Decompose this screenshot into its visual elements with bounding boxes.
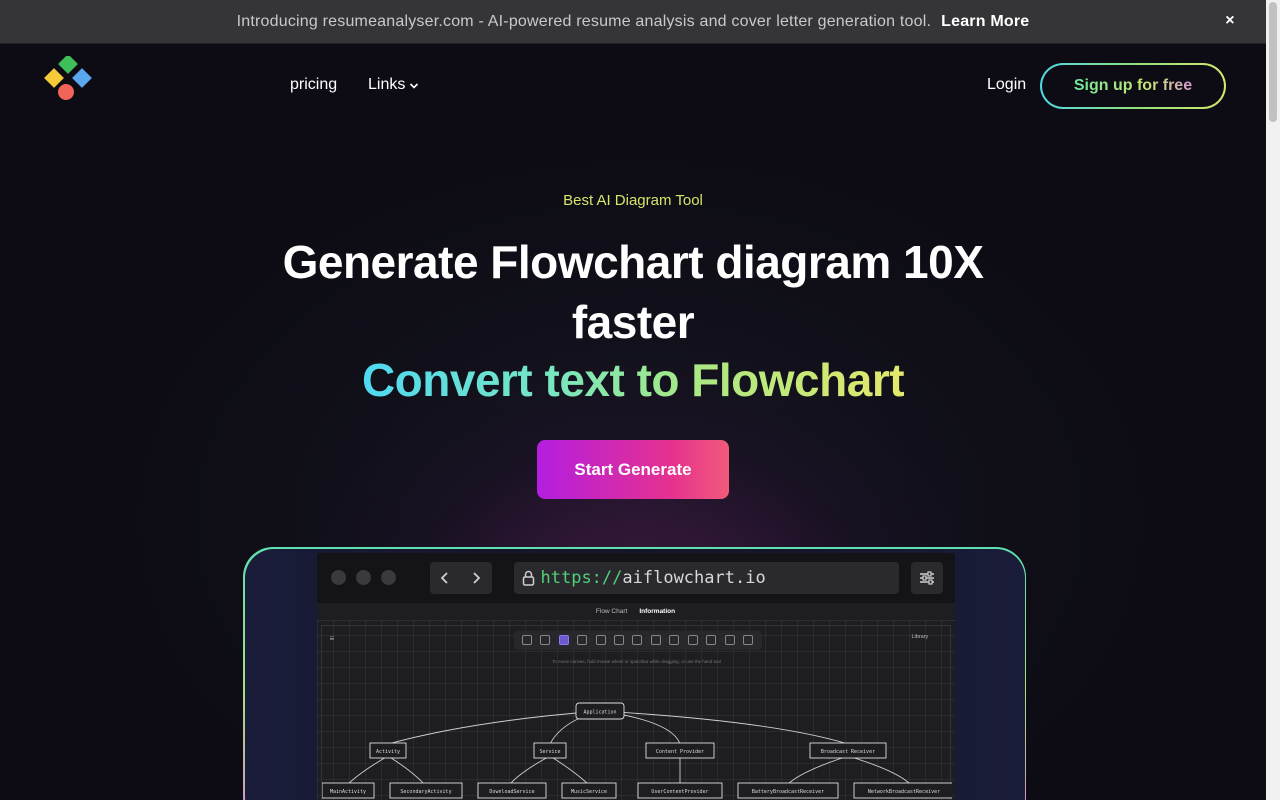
nav-pricing[interactable]: pricing (290, 76, 337, 94)
browser-mockup: https://aiflowchart.io Flow Chart Inform… (316, 552, 955, 800)
settings-sliders-icon[interactable] (910, 561, 943, 594)
window-dot (380, 569, 396, 585)
node-level2-label: DownloadService (489, 789, 534, 795)
hero-title: Generate Flowchart diagram 10X faster (0, 232, 1266, 352)
back-icon[interactable] (430, 562, 461, 594)
announcement-message: Introducing resumeanalyser.com - AI-powe… (236, 12, 932, 30)
tab-flow-chart[interactable]: Flow Chart (596, 608, 627, 615)
signup-label: Sign up for free (1073, 77, 1193, 94)
signup-button[interactable]: Sign up for free (1040, 63, 1226, 109)
nav-links-dropdown[interactable]: Links (368, 76, 419, 94)
forward-icon[interactable] (461, 562, 492, 594)
node-level1-label: Activity (375, 749, 399, 755)
app-canvas: Flow Chart Information ≡ Library To move… (316, 602, 955, 800)
node-level2-label: BatteryBroadcastReceiver (751, 789, 823, 795)
page-scrollbar[interactable] (1266, 0, 1280, 800)
node-level2-label: MainActivity (329, 789, 365, 795)
logo-icon[interactable] (42, 56, 94, 102)
hero-gradient-title: Convert text to Flowchart (0, 350, 1266, 410)
nav-links-label: Links (368, 76, 406, 93)
flowchart-diagram: Application Activity Service Content Pro… (321, 702, 952, 798)
announcement-bar: Introducing resumeanalyser.com - AI-powe… (0, 0, 1266, 44)
window-dot (355, 569, 371, 585)
node-level2-label: MusicService (570, 789, 606, 795)
scrollbar-thumb[interactable] (1269, 2, 1277, 122)
chevron-down-icon (410, 82, 419, 89)
close-icon[interactable]: × (1222, 12, 1238, 30)
node-level1-label: Service (539, 749, 560, 755)
browser-chrome: https://aiflowchart.io (316, 552, 955, 603)
lock-icon (522, 570, 534, 586)
node-level2-label: UserContentProvider (651, 789, 708, 795)
page: Introducing resumeanalyser.com - AI-powe… (0, 0, 1266, 800)
hero-gradient-text: Convert text to Flowchart (361, 354, 905, 406)
drawing-area[interactable]: ≡ Library To move canvas, hold mouse whe… (320, 624, 952, 800)
learn-more-link[interactable]: Learn More (941, 13, 1029, 31)
url-host: aiflowchart.io (622, 567, 766, 588)
hero-eyebrow: Best AI Diagram Tool (563, 192, 703, 209)
node-level1-label: Content Provider (655, 749, 703, 755)
app-tabs: Flow Chart Information (316, 602, 955, 621)
node-root-label: Application (583, 709, 616, 715)
browser-nav-buttons (429, 561, 492, 594)
hero-title-line2: faster (571, 296, 695, 348)
node-level2-label: SecondaryActivity (400, 789, 451, 795)
start-generate-button[interactable]: Start Generate (537, 440, 729, 499)
hero-title-line1: Generate Flowchart diagram 10X (282, 236, 984, 288)
login-link[interactable]: Login (987, 76, 1026, 94)
url-bar[interactable]: https://aiflowchart.io (513, 561, 899, 594)
node-level1-label: Broadcast Receiver (820, 749, 874, 755)
window-dot (330, 569, 346, 585)
url-protocol: https:// (540, 567, 623, 588)
preview-frame: https://aiflowchart.io Flow Chart Inform… (243, 547, 1026, 800)
tab-information[interactable]: Information (639, 608, 675, 615)
node-level2-label: NetworkBroadcastReceiver (867, 789, 939, 795)
